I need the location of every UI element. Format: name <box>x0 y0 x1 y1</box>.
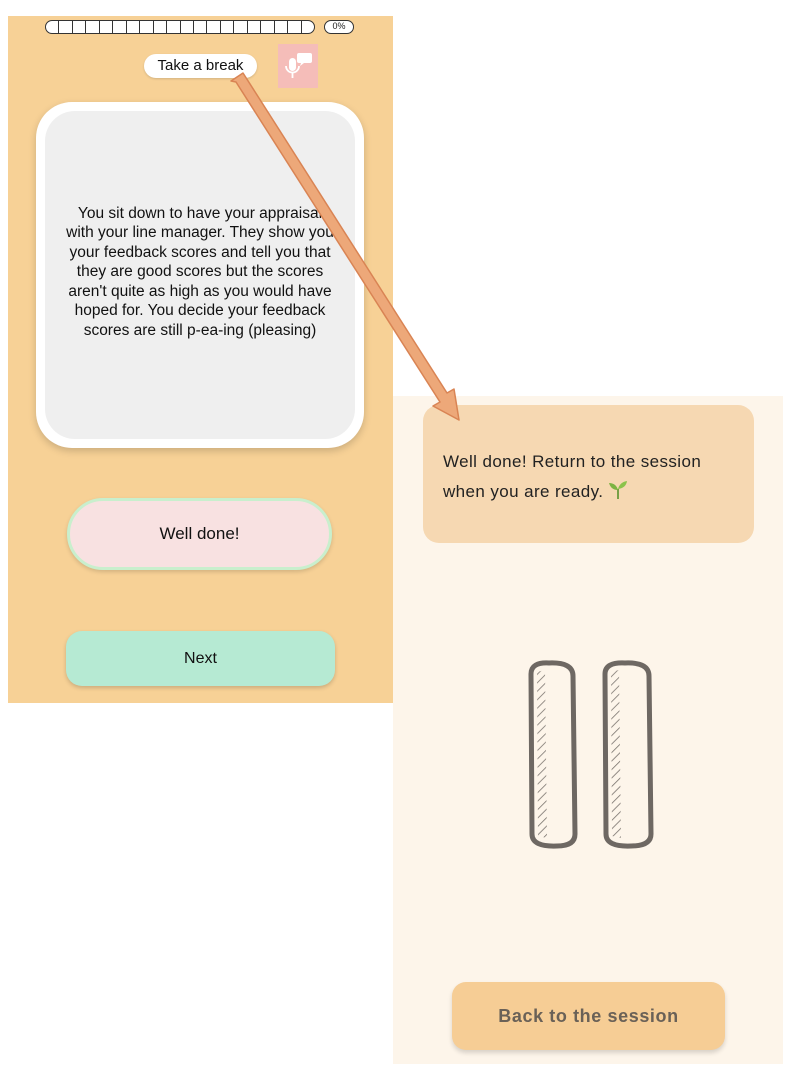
progress-segment <box>207 21 221 33</box>
progress-segment <box>59 21 73 33</box>
progress-segment <box>288 21 302 33</box>
pause-icon <box>519 658 659 857</box>
sprout-icon <box>607 480 629 510</box>
break-message-box: Well done! Return to the session when yo… <box>423 405 754 543</box>
break-message: Well done! Return to the session when yo… <box>443 452 702 501</box>
break-screen: Well done! Return to the session when yo… <box>393 396 783 1064</box>
progress-segment <box>140 21 154 33</box>
prompt-text: You sit down to have your appraisal with… <box>66 204 334 339</box>
progress-segment <box>234 21 248 33</box>
progress-segment <box>113 21 127 33</box>
progress-segment <box>86 21 100 33</box>
back-to-session-button[interactable]: Back to the session <box>452 982 725 1050</box>
prompt-card: You sit down to have your appraisal with… <box>36 102 364 448</box>
progress-segment <box>73 21 87 33</box>
answer-feedback: Well done! <box>67 498 332 570</box>
progress-segment <box>302 21 314 33</box>
progress-segment <box>194 21 208 33</box>
progress-segment <box>167 21 181 33</box>
progress-segment <box>127 21 141 33</box>
progress-segment <box>181 21 194 33</box>
progress-segment <box>154 21 168 33</box>
progress-segment <box>100 21 114 33</box>
voice-button[interactable] <box>278 44 318 88</box>
progress-segment <box>248 21 262 33</box>
progress-percent: 0% <box>324 20 354 34</box>
microphone-speech-icon <box>285 53 312 78</box>
progress-segment <box>275 21 289 33</box>
progress-segment <box>261 21 275 33</box>
progress-bar <box>45 20 315 34</box>
next-button[interactable]: Next <box>66 631 335 686</box>
progress-segment <box>221 21 235 33</box>
take-a-break-button[interactable]: Take a break <box>144 54 257 78</box>
progress-segment <box>46 21 60 33</box>
quiz-screen: 0% Take a break You sit down to have you… <box>8 16 393 703</box>
